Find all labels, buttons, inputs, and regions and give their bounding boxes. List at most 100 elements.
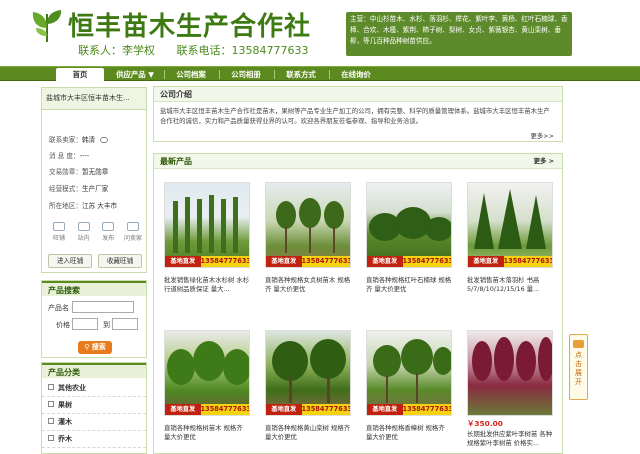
nav-products[interactable]: 供应产品 ▼ <box>108 68 162 81</box>
product-card[interactable]: ￥350.00 长期批发供应紫叶李树苗 各种规格紫叶李树苗 价格实... <box>467 330 553 450</box>
tag-label: 基地直发 <box>266 256 302 267</box>
product-photo[interactable]: 基地直发 13584777633 <box>265 330 351 416</box>
favorite-shop-button[interactable]: 收藏旺铺 <box>98 254 142 268</box>
product-desc[interactable]: 直销各种规格香樟树 规格齐 量大价更优 <box>366 424 452 444</box>
products-more-link[interactable]: 更多 > <box>534 154 554 169</box>
price-min-input[interactable] <box>72 318 98 330</box>
company-name[interactable]: 盐城市大丰区恒丰苗木生... <box>42 88 146 110</box>
product-desc[interactable]: 直销各种规格红叶石楠球 规格齐 量大价更优 <box>366 276 452 296</box>
tag-phone: 13584777633 <box>200 404 250 415</box>
expand-icon <box>48 435 54 441</box>
product-category-title: 产品分类 <box>42 363 146 378</box>
latest-products-label: 最新产品 <box>160 157 192 166</box>
location-row: 所在地区：江苏 大丰市 <box>49 200 117 210</box>
intro-more-link[interactable]: 更多>> <box>531 131 555 140</box>
nav-home[interactable]: 首页 <box>56 68 104 82</box>
category-item[interactable]: 其他农业 <box>42 380 146 397</box>
product-desc[interactable]: 直销各种规格树苗木 规格齐 量大价更优 <box>164 424 250 444</box>
contact-line: 联系人：李学权 联系电话：13584777633 <box>78 42 326 58</box>
purple-plum-tree-image <box>472 337 552 381</box>
product-price: ￥350.00 <box>467 419 503 428</box>
product-tag: 基地直发 13584777633 <box>266 404 350 415</box>
nav-contact[interactable]: 联系方式 <box>276 68 326 81</box>
tag-label: 基地直发 <box>165 404 201 415</box>
company-intro-text: 盐城市大丰区恒丰苗木生产合作社是苗木，果树等产品专业生产加工的公司，拥有完整、科… <box>160 107 550 125</box>
tag-phone: 13584777633 <box>503 256 553 267</box>
company-intro-title: 公司介绍 <box>154 87 562 102</box>
nav-separator <box>219 70 220 79</box>
product-desc[interactable]: 批发销售绿化苗木水杉树 水杉行道树品质保证 量大... <box>164 276 250 296</box>
product-photo[interactable]: 基地直发 13584777633 <box>265 182 351 268</box>
main-nav: 首页 供应产品 ▼ 公司档案 公司相册 联系方式 在线询价 <box>0 66 640 82</box>
product-card[interactable]: 基地直发 13584777633 直销各种规格黄山栾树 规格齐 量大价更优 <box>265 330 351 454</box>
enter-shop-button[interactable]: 进入旺铺 <box>48 254 92 268</box>
product-photo[interactable]: 基地直发 13584777633 <box>366 182 452 268</box>
tag-phone: 13584777633 <box>402 404 452 415</box>
product-name-input[interactable] <box>72 301 134 313</box>
contact-seller-row: 联系卖家：韩清 <box>49 134 109 144</box>
tag-label: 基地直发 <box>367 404 403 415</box>
category-item[interactable]: 果树 <box>42 397 146 414</box>
product-price <box>366 446 452 454</box>
publish-icon-label: 发布 <box>102 235 115 242</box>
expand-icon <box>573 340 584 348</box>
message-label: 消 息 度： <box>49 152 80 160</box>
contact-seller-value[interactable]: 韩清 <box>82 136 95 144</box>
product-card[interactable]: 基地直发 13584777633 批发销售苗木落羽杉 书高5/7/8/10/12/… <box>467 182 553 308</box>
tag-label: 基地直发 <box>468 256 504 267</box>
nav-company-album[interactable]: 公司相册 <box>221 68 271 81</box>
nav-separator <box>274 70 275 79</box>
product-price <box>164 446 250 454</box>
product-desc[interactable]: 批发销售苗木落羽杉 书高5/7/8/10/12/15/16 量... <box>467 276 553 296</box>
product-desc[interactable]: 直销各种规格女贞树苗木 规格齐 量大价更优 <box>265 276 351 296</box>
chat-icon[interactable] <box>100 137 109 143</box>
shop-buttons: 进入旺铺 收藏旺铺 <box>48 254 142 268</box>
expand-float-tab[interactable]: 点击展开 <box>569 334 588 400</box>
product-photo[interactable]: 基地直发 13584777633 <box>366 330 452 416</box>
product-price <box>265 446 351 454</box>
ask-seller-icon-cell[interactable]: 问卖家 <box>123 222 143 242</box>
price-max-input[interactable] <box>112 318 138 330</box>
tag-label: 基地直发 <box>367 256 403 267</box>
product-tag: 基地直发 13584777633 <box>165 404 250 415</box>
site-title: 恒丰苗木生产合作社 <box>68 12 312 42</box>
tag-phone: 13584777633 <box>200 256 250 267</box>
shop-icon-cell[interactable]: 旺铺 <box>49 222 69 242</box>
product-card[interactable]: 基地直发 13584777633 直销各种规格树苗木 规格齐 量大价更优 <box>164 330 250 454</box>
category-item[interactable]: 乔木 <box>42 431 146 448</box>
site-icon-cell[interactable]: 站内 <box>74 222 94 242</box>
product-desc[interactable]: 长期批发供应紫叶李树苗 各种规格紫叶李树苗 价格实... <box>467 430 553 450</box>
nav-company-profile[interactable]: 公司档案 <box>166 68 216 81</box>
product-search-box: 产品搜索 产品名 价格 到 ⚲ 搜索 <box>41 280 147 358</box>
mail-icon <box>77 222 90 231</box>
product-card[interactable]: 基地直发 13584777633 直销各种规格女贞树苗木 规格齐 量大价更优 <box>265 182 351 308</box>
product-desc[interactable]: 直销各种规格黄山栾树 规格齐 量大价更优 <box>265 424 351 444</box>
mode-label: 经营模式： <box>49 185 82 193</box>
product-tag: 基地直发 13584777633 <box>367 256 451 267</box>
price-to-label: 到 <box>103 321 110 329</box>
product-card[interactable]: 基地直发 13584777633 直销各种规格红叶石楠球 规格齐 量大价更优 <box>366 182 452 308</box>
product-price <box>467 298 553 308</box>
product-photo[interactable]: 基地直发 13584777633 <box>164 330 250 416</box>
tag-phone: 13584777633 <box>301 256 351 267</box>
product-card[interactable]: 基地直发 13584777633 批发销售绿化苗木水杉树 水杉行道树品质保证 量大… <box>164 182 250 308</box>
nav-inquiry[interactable]: 在线询价 <box>331 68 381 81</box>
product-card[interactable]: 基地直发 13584777633 直销各种规格香樟树 规格齐 量大价更优 <box>366 330 452 454</box>
publish-icon-cell[interactable]: 发布 <box>98 222 118 242</box>
category-item[interactable]: 灌木 <box>42 414 146 431</box>
category-label: 乔木 <box>58 435 72 443</box>
cert-label: 交易勋章： <box>49 168 82 176</box>
product-tag: 基地直发 13584777633 <box>266 256 351 267</box>
company-intro-box: 公司介绍 盐城市大丰区恒丰苗木生产合作社是苗木，果树等产品专业生产加工的公司，拥… <box>153 86 563 142</box>
company-profile-box: 盐城市大丰区恒丰苗木生... 联系卖家：韩清 消 息 度：---- 交易勋章：暂… <box>41 87 147 273</box>
contact-phone: 联系电话：13584777633 <box>176 44 309 57</box>
product-photo[interactable]: 基地直发 13584777633 <box>164 182 250 268</box>
mode-value: 生产厂家 <box>81 185 109 193</box>
product-category-box: 产品分类 其他农业 果树 灌木 乔木 <box>41 362 147 454</box>
expand-tab-text: 点击展开 <box>575 351 582 386</box>
publish-icon <box>102 222 115 231</box>
product-photo[interactable]: 基地直发 13584777633 <box>467 182 553 268</box>
search-button[interactable]: ⚲ 搜索 <box>78 341 112 354</box>
location-label: 所在地区： <box>49 202 82 210</box>
product-photo[interactable] <box>467 330 553 416</box>
